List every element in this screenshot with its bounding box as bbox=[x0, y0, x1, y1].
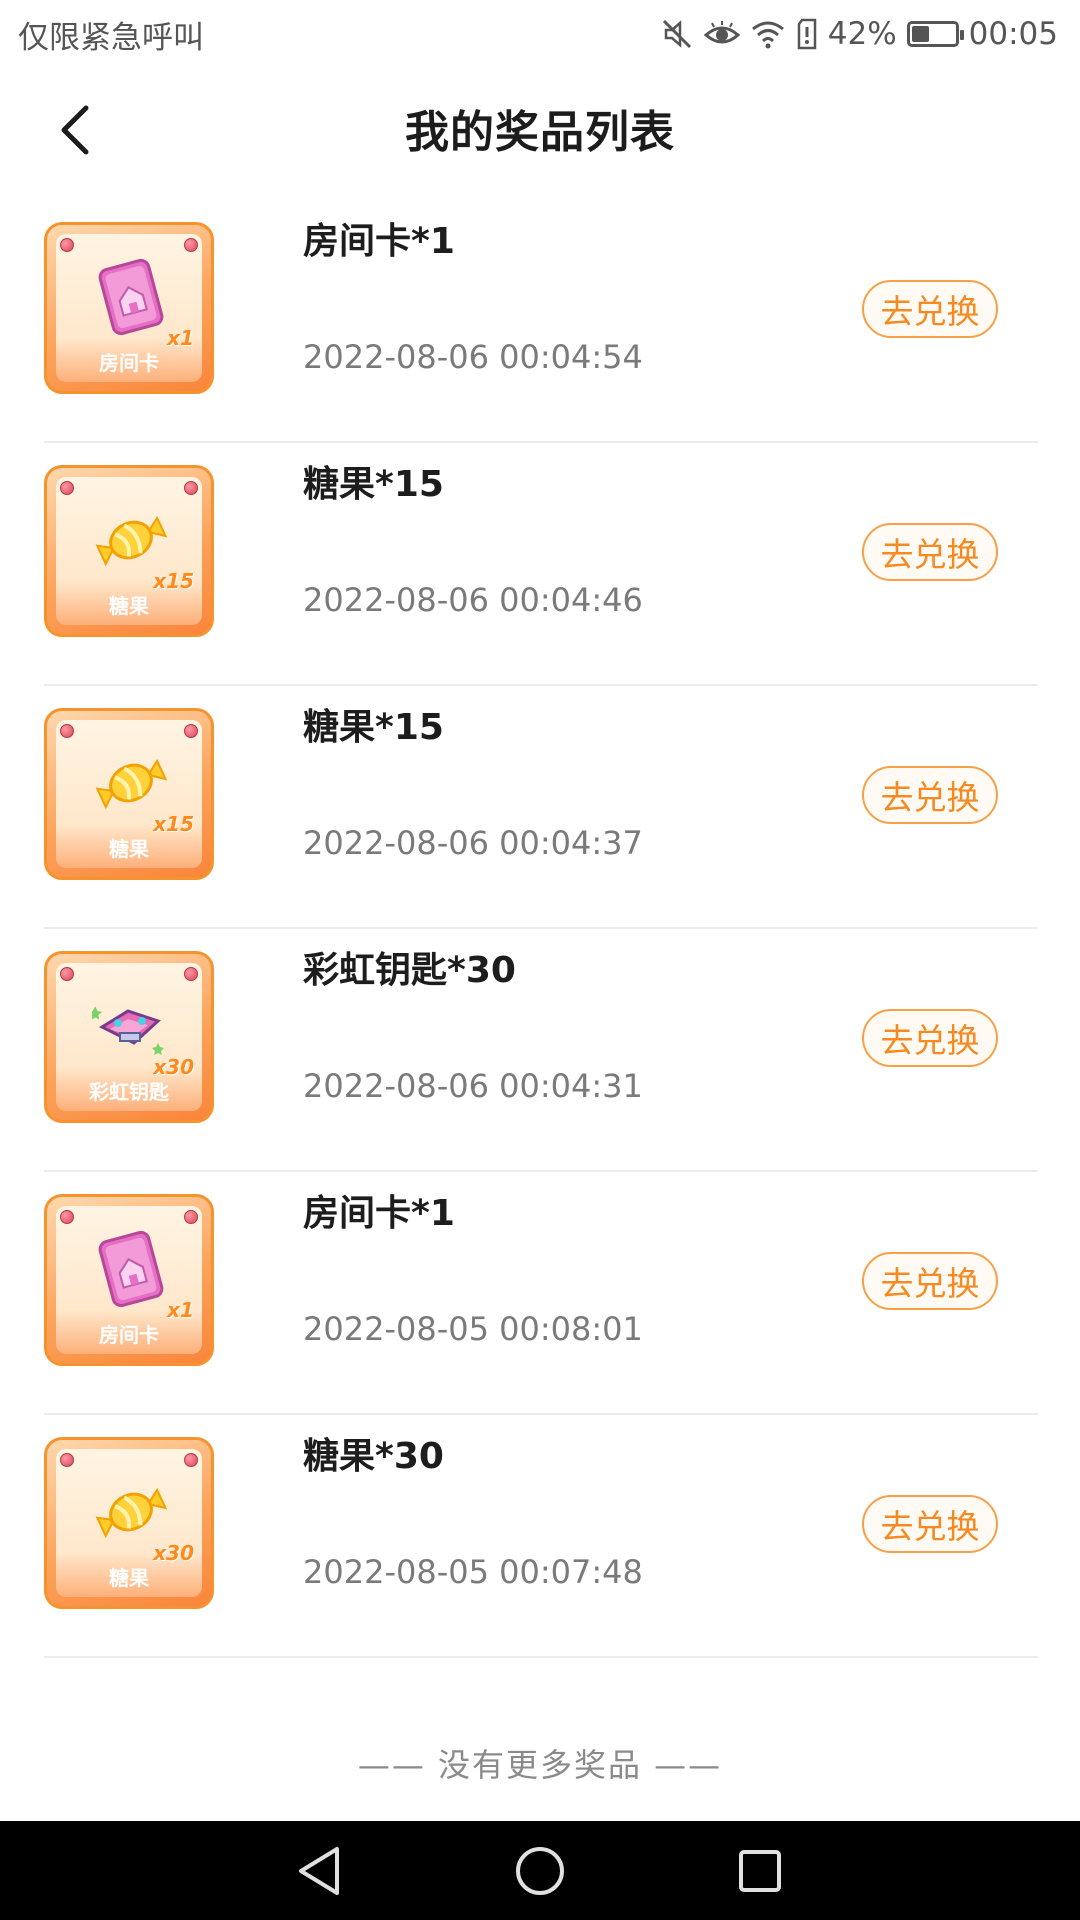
redeem-button[interactable]: 去兑换 bbox=[862, 1009, 998, 1067]
system-nav-bar bbox=[0, 1821, 1080, 1920]
room-card-icon bbox=[92, 1230, 170, 1308]
prize-name: 彩虹钥匙*30 bbox=[303, 950, 516, 991]
prize-list: x1 房间卡 房间卡*1 2022-08-06 00:04:54 去兑换 x15 糖果 糖果*… bbox=[0, 200, 1080, 1658]
prize-thumbnail-label: 彩虹钥匙 bbox=[89, 1080, 169, 1104]
pin-icon bbox=[184, 1210, 198, 1224]
nav-back-button[interactable] bbox=[285, 1836, 355, 1906]
pin-icon bbox=[60, 238, 74, 252]
recents-square-icon bbox=[739, 1849, 781, 1892]
prize-thumbnail-card: x1 房间卡 bbox=[56, 1206, 202, 1354]
prize-thumbnail-card: x1 房间卡 bbox=[56, 234, 202, 382]
clock: 00:05 bbox=[968, 16, 1058, 52]
room-card-icon bbox=[92, 258, 170, 336]
prize-name: 糖果*15 bbox=[303, 707, 444, 748]
status-bar: 仅限紧急呼叫 42% 00:05 bbox=[0, 0, 1080, 68]
redeem-button[interactable]: 去兑换 bbox=[862, 523, 998, 581]
nav-recents-button[interactable] bbox=[725, 1836, 795, 1906]
redeem-button[interactable]: 去兑换 bbox=[862, 1495, 998, 1553]
mute-icon bbox=[660, 17, 694, 51]
prize-time: 2022-08-06 00:04:46 bbox=[303, 581, 643, 619]
prize-thumbnail: x15 糖果 bbox=[44, 465, 214, 637]
prize-row: x30 糖果 糖果*30 2022-08-05 00:07:48 去兑换 bbox=[44, 1415, 1038, 1658]
prize-row: x15 糖果 糖果*15 2022-08-06 00:04:46 去兑换 bbox=[44, 443, 1038, 686]
pin-icon bbox=[184, 967, 198, 981]
redeem-button[interactable]: 去兑换 bbox=[862, 1252, 998, 1310]
prize-row: x1 房间卡 房间卡*1 2022-08-06 00:04:54 去兑换 bbox=[44, 200, 1038, 443]
prize-name: 房间卡*1 bbox=[303, 221, 455, 262]
nav-home-button[interactable] bbox=[505, 1836, 575, 1906]
prize-thumbnail-label: 房间卡 bbox=[99, 351, 159, 375]
prize-row: x1 房间卡 房间卡*1 2022-08-05 00:08:01 去兑换 bbox=[44, 1172, 1038, 1415]
prize-thumbnail-card: x30 糖果 bbox=[56, 1449, 202, 1597]
pin-icon bbox=[184, 481, 198, 495]
candy-icon bbox=[92, 1473, 170, 1551]
redeem-button[interactable]: 去兑换 bbox=[862, 280, 998, 338]
candy-icon bbox=[92, 501, 170, 579]
prize-time: 2022-08-05 00:07:48 bbox=[303, 1553, 643, 1591]
prize-thumbnail-card: x15 糖果 bbox=[56, 720, 202, 868]
pin-icon bbox=[60, 1453, 74, 1467]
pin-icon bbox=[60, 724, 74, 738]
status-icons: 42% 00:05 bbox=[660, 16, 1058, 52]
pin-icon bbox=[60, 967, 74, 981]
back-triangle-icon bbox=[299, 1846, 339, 1895]
prize-thumbnail-label: 糖果 bbox=[109, 837, 149, 861]
prize-name: 糖果*15 bbox=[303, 464, 444, 505]
prize-thumbnail: x1 房间卡 bbox=[44, 222, 214, 394]
sim-alert-icon bbox=[796, 18, 818, 50]
pin-icon bbox=[184, 724, 198, 738]
prize-row: x30 彩虹钥匙 彩虹钥匙*30 2022-08-06 00:04:31 去兑换 bbox=[44, 929, 1038, 1172]
prize-thumbnail: x30 糖果 bbox=[44, 1437, 214, 1609]
prize-thumbnail: x15 糖果 bbox=[44, 708, 214, 880]
prize-time: 2022-08-06 00:04:54 bbox=[303, 338, 643, 376]
redeem-button[interactable]: 去兑换 bbox=[862, 766, 998, 824]
prize-name: 糖果*30 bbox=[303, 1436, 444, 1477]
prize-thumbnail-card: x15 糖果 bbox=[56, 477, 202, 625]
no-more-text: —— 没有更多奖品 —— bbox=[357, 1746, 723, 1784]
prize-thumbnail-label: 糖果 bbox=[109, 1566, 149, 1590]
page-title: 我的奖品列表 bbox=[405, 107, 675, 158]
prize-row: x15 糖果 糖果*15 2022-08-06 00:04:37 去兑换 bbox=[44, 686, 1038, 929]
battery-percent: 42% bbox=[827, 16, 897, 52]
prize-thumbnail: x30 彩虹钥匙 bbox=[44, 951, 214, 1123]
home-circle-icon bbox=[516, 1846, 564, 1895]
prize-thumbnail: x1 房间卡 bbox=[44, 1194, 214, 1366]
wifi-icon bbox=[750, 19, 786, 49]
pin-icon bbox=[60, 481, 74, 495]
prize-time: 2022-08-06 00:04:31 bbox=[303, 1067, 643, 1105]
battery-level-fill bbox=[911, 26, 930, 42]
back-button[interactable] bbox=[44, 100, 104, 160]
pin-icon bbox=[184, 1453, 198, 1467]
pin-icon bbox=[60, 1210, 74, 1224]
page-header: 我的奖品列表 bbox=[0, 80, 1080, 176]
carrier-text: 仅限紧急呼叫 bbox=[18, 19, 204, 56]
eye-comfort-icon bbox=[703, 19, 740, 49]
prize-time: 2022-08-06 00:04:37 bbox=[303, 824, 643, 862]
rainbow-key-icon bbox=[92, 987, 170, 1065]
prize-thumbnail-card: x30 彩虹钥匙 bbox=[56, 963, 202, 1111]
prize-time: 2022-08-05 00:08:01 bbox=[303, 1310, 643, 1348]
pin-icon bbox=[184, 238, 198, 252]
prize-thumbnail-label: 糖果 bbox=[109, 594, 149, 618]
chevron-left-icon bbox=[61, 105, 89, 155]
prize-name: 房间卡*1 bbox=[303, 1193, 455, 1234]
prize-thumbnail-label: 房间卡 bbox=[99, 1323, 159, 1347]
candy-icon bbox=[92, 744, 170, 822]
battery-icon bbox=[906, 21, 964, 47]
